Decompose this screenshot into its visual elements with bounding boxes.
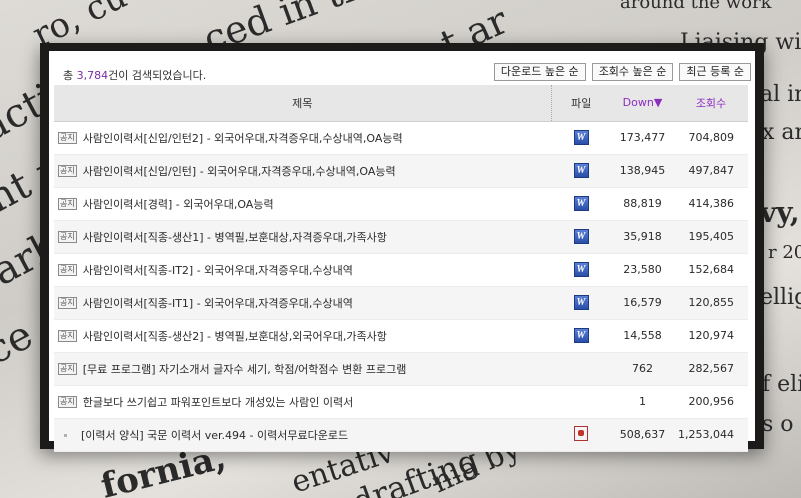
view-count: 497,847 (688, 164, 735, 177)
download-count: 138,945 (619, 164, 666, 177)
sort-by-views-button[interactable]: 조회수 높은 순 (591, 63, 674, 81)
table-row: 공지 사람인이력서[경력] - 외국어우대,OA능력 W 88,819 414,3… (54, 187, 748, 220)
summary-suffix: 건이 검색되었습니다. (108, 69, 207, 82)
word-doc-icon[interactable]: W (573, 196, 589, 211)
view-count: 414,386 (688, 197, 735, 210)
view-count: 282,567 (688, 362, 735, 375)
background-text: al in (760, 82, 801, 107)
view-count: 120,974 (688, 329, 735, 342)
resume-table: 제목 파일 Down▼ 조회수 공지 사람인이력서[신입/인턴2] - 외국어우대… (54, 85, 748, 452)
download-count: 1 (639, 395, 646, 408)
post-title-link[interactable]: 사람인이력서[직종-IT2] - 외국어우대,자격증우대,수상내역 (83, 264, 353, 277)
background-text: r 200 (768, 242, 801, 263)
post-title-link[interactable]: 사람인이력서[신입/인턴2] - 외국어우대,자격증우대,수상내역,OA능력 (83, 132, 403, 145)
summary-prefix: 총 (63, 69, 77, 82)
notice-badge: 공지 (58, 395, 77, 408)
word-doc-icon[interactable]: W (573, 295, 589, 310)
column-header-file: 파일 (550, 85, 611, 122)
post-title-link[interactable]: 사람인이력서[직종-생산2] - 병역필,보훈대상,외국어우대,가족사항 (83, 330, 387, 343)
notice-badge: 공지 (58, 362, 77, 375)
download-count: 88,819 (623, 197, 662, 210)
word-doc-icon[interactable]: W (573, 163, 589, 178)
word-doc-icon[interactable]: W (573, 130, 589, 145)
column-header-views[interactable]: 조회수 (674, 85, 748, 122)
download-count: 508,637 (619, 428, 666, 441)
background-text: ellig (760, 285, 801, 310)
column-header-title: 제목 (54, 85, 551, 122)
word-doc-icon[interactable]: W (573, 229, 589, 244)
table-row: 공지 사람인이력서[신입/인턴] - 외국어우대,자격증우대,수상내역,OA능력 … (54, 154, 748, 187)
download-count: 35,918 (623, 230, 662, 243)
view-count: 704,809 (688, 131, 735, 144)
view-count: 200,956 (688, 395, 735, 408)
notice-badge: 공지 (58, 329, 77, 342)
result-count: 3,784 (76, 69, 109, 82)
view-count: 152,684 (688, 263, 735, 276)
table-row: 공지 [무료 프로그램] 자기소개서 글자수 세기, 학점/어학점수 변환 프로그… (54, 352, 748, 385)
post-title-link[interactable]: 사람인이력서[경력] - 외국어우대,OA능력 (83, 198, 274, 211)
post-title-link[interactable]: [무료 프로그램] 자기소개서 글자수 세기, 학점/어학점수 변환 프로그램 (83, 363, 407, 376)
post-title-link[interactable]: [이력서 양식] 국문 이력서 ver.494 - 이력서무료다운로드 (81, 429, 348, 442)
table-row: 공지 사람인이력서[직종-생산2] - 병역필,보훈대상,외국어우대,가족사항 W… (54, 319, 748, 352)
table-row: 공지 사람인이력서[신입/인턴2] - 외국어우대,자격증우대,수상내역,OA능력… (54, 121, 748, 154)
table-row: 공지 사람인이력서[직종-생산1] - 병역필,보훈대상,자격증우대,가족사항 W… (54, 220, 748, 253)
download-count: 173,477 (619, 131, 666, 144)
post-title-link[interactable]: 한글보다 쓰기쉽고 파워포인트보다 개성있는 사람인 이력서 (83, 396, 353, 409)
table-row: 공지 사람인이력서[직종-IT2] - 외국어우대,자격증우대,수상내역 W 23… (54, 253, 748, 286)
table-header-row: 제목 파일 Down▼ 조회수 (54, 85, 748, 122)
sort-button-group: 다운로드 높은 순 조회수 높은 순 최근 등록 순 (493, 63, 751, 81)
table-row: [이력서 양식] 국문 이력서 ver.494 - 이력서무료다운로드 508,… (54, 418, 748, 451)
background-text: around the work (620, 0, 772, 13)
sort-by-downloads-button[interactable]: 다운로드 높은 순 (493, 63, 586, 81)
post-title-link[interactable]: 사람인이력서[신입/인턴] - 외국어우대,자격증우대,수상내역,OA능력 (83, 165, 396, 178)
background-text: ce (0, 311, 41, 375)
table-row: 공지 사람인이력서[직종-IT1] - 외국어우대,자격증우대,수상내역 W 16… (54, 286, 748, 319)
download-count: 16,579 (623, 296, 662, 309)
notice-badge: 공지 (58, 230, 77, 243)
notice-badge: 공지 (58, 131, 77, 144)
notice-badge: 공지 (58, 164, 77, 177)
background-text: f eli (762, 372, 801, 397)
notice-badge: 공지 (58, 263, 77, 276)
view-count: 1,253,044 (678, 428, 734, 441)
word-doc-icon[interactable]: W (573, 262, 589, 277)
sort-by-recent-button[interactable]: 최근 등록 순 (679, 63, 751, 81)
notice-badge: 공지 (58, 197, 77, 210)
download-count: 14,558 (623, 329, 662, 342)
column-header-down[interactable]: Down▼ (611, 85, 674, 122)
table-row: 공지 한글보다 쓰기쉽고 파워포인트보다 개성있는 사람인 이력서 1 200,9… (54, 385, 748, 418)
download-count: 762 (632, 362, 653, 375)
word-doc-icon[interactable]: W (573, 328, 589, 343)
background-text: s o (762, 412, 794, 437)
post-title-link[interactable]: 사람인이력서[직종-생산1] - 병역필,보훈대상,자격증우대,가족사항 (83, 231, 387, 244)
background-text: x an (762, 120, 801, 145)
result-summary: 총 3,784건이 검색되었습니다. (63, 67, 206, 83)
post-title-link[interactable]: 사람인이력서[직종-IT1] - 외국어우대,자격증우대,수상내역 (83, 297, 353, 310)
resume-list-panel: 총 3,784건이 검색되었습니다. 다운로드 높은 순 조회수 높은 순 최근… (49, 51, 755, 451)
view-count: 195,405 (688, 230, 735, 243)
notice-badge: 공지 (58, 296, 77, 309)
background-text: vy, (760, 196, 800, 229)
ppt-doc-icon[interactable] (574, 425, 588, 441)
view-count: 120,855 (688, 296, 735, 309)
download-count: 23,580 (623, 263, 662, 276)
board-frame: 총 3,784건이 검색되었습니다. 다운로드 높은 순 조회수 높은 순 최근… (40, 43, 764, 451)
bullet-icon (64, 433, 67, 437)
